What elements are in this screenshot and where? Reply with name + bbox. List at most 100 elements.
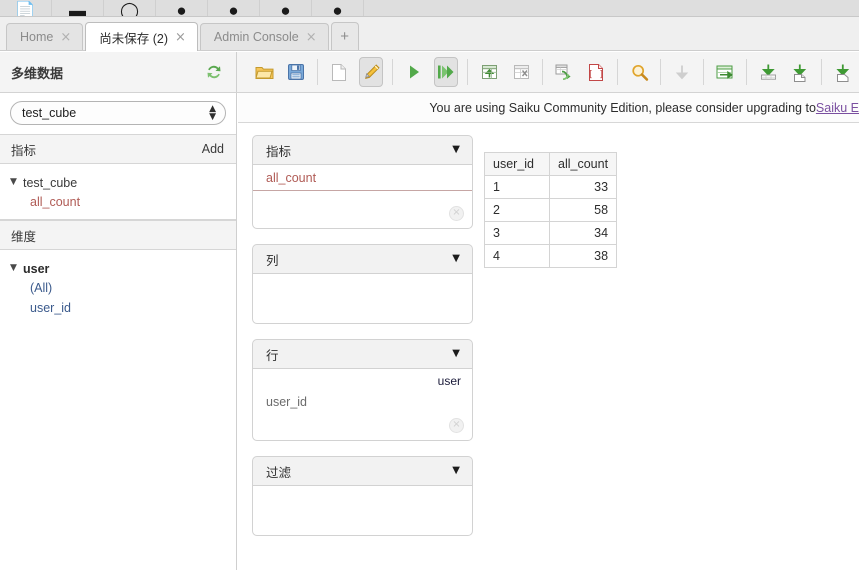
- new-tab-button[interactable]: +: [330, 22, 359, 50]
- chevron-down-icon[interactable]: ▼: [452, 254, 460, 264]
- rows-zone: 行 ▼ user user_id ×: [252, 339, 473, 441]
- edit-query-button[interactable]: [359, 57, 384, 87]
- bookmark-icon[interactable]: 📄: [0, 0, 52, 16]
- column-header-all-count[interactable]: all_count: [548, 152, 618, 176]
- cell-user-id[interactable]: 3: [484, 221, 550, 245]
- table-up-arrow-icon: [480, 63, 499, 81]
- zoom-drillthrough-button[interactable]: [627, 57, 651, 87]
- rows-zone-body[interactable]: user user_id ×: [252, 369, 473, 441]
- export-xls-button[interactable]: [713, 57, 737, 87]
- measures-zone-header[interactable]: 指标 ▼: [252, 135, 473, 165]
- cell-all-count[interactable]: 33: [548, 175, 618, 199]
- filter-zone: 过滤 ▼: [252, 456, 473, 536]
- table-row[interactable]: 1 33: [484, 175, 618, 199]
- cell-user-id[interactable]: 1: [484, 175, 550, 199]
- columns-zone-body[interactable]: [252, 274, 473, 324]
- caret-down-icon[interactable]: ▼: [10, 264, 23, 273]
- circle-icon[interactable]: ◯: [104, 0, 156, 16]
- run-query-button[interactable]: [402, 57, 426, 87]
- export-table-arrow-icon: [715, 63, 735, 81]
- open-query-button[interactable]: [252, 57, 276, 87]
- columns-zone-header[interactable]: 列 ▼: [252, 244, 473, 274]
- dimension-level-user-id[interactable]: user_id: [0, 298, 236, 318]
- measures-zone-body[interactable]: all_count ×: [252, 165, 473, 229]
- toolbar-divider: [703, 59, 705, 85]
- drillthrough-button[interactable]: [670, 57, 694, 87]
- zone-dimension-item[interactable]: user_id: [253, 388, 472, 409]
- refresh-icon[interactable]: [205, 63, 223, 81]
- tab-home[interactable]: Home ×: [6, 23, 84, 50]
- toggle-fields-button[interactable]: [477, 57, 501, 87]
- table-row[interactable]: 3 34: [484, 221, 618, 245]
- toolbar-divider: [392, 59, 394, 85]
- saiku-enterprise-link[interactable]: Saiku E: [816, 101, 859, 115]
- chevron-updown-icon: ▲ ▼: [209, 104, 216, 122]
- license-banner-text: You are using Saiku Community Edition, p…: [429, 100, 816, 115]
- columns-zone: 列 ▼: [252, 244, 473, 324]
- column-header-user-id[interactable]: user_id: [484, 152, 550, 176]
- window-icon[interactable]: ▬: [52, 0, 104, 16]
- filter-zone-body[interactable]: [252, 486, 473, 536]
- cell-user-id[interactable]: 4: [484, 244, 550, 268]
- swap-axes-button[interactable]: [552, 57, 576, 87]
- close-icon[interactable]: ×: [60, 31, 71, 44]
- sidebar-header: 多维数据: [0, 52, 237, 92]
- tab-unsaved[interactable]: 尚未保存 (2) ×: [85, 22, 198, 51]
- filter-zone-header[interactable]: 过滤 ▼: [252, 456, 473, 486]
- clock-icon-2[interactable]: ●: [208, 0, 260, 16]
- tab-label: Admin Console: [213, 30, 299, 44]
- cell-all-count[interactable]: 34: [548, 221, 618, 245]
- table-row[interactable]: 4 38: [484, 244, 618, 268]
- dimension-level-all[interactable]: (All): [0, 278, 236, 298]
- export-pdf-button[interactable]: [788, 57, 812, 87]
- mdx-brackets-icon: [ ]: [588, 63, 604, 82]
- remove-icon[interactable]: ×: [449, 206, 464, 221]
- zone-title: 行: [266, 347, 279, 363]
- download-icon: [834, 63, 853, 82]
- zone-measure-chip[interactable]: all_count: [253, 165, 472, 191]
- remove-icon[interactable]: ×: [449, 418, 464, 433]
- saiku-workspace: 📄 ▬ ◯ ● ● ● ● Home × 尚未保存 (2) × Admin Co…: [0, 0, 859, 570]
- toolbar-divider: [542, 59, 544, 85]
- pivot-table: user_id all_count 1 33 2 58 3 34 4 38: [484, 152, 618, 268]
- table-header-row: user_id all_count: [484, 152, 618, 176]
- dimension-user[interactable]: ▼ user: [0, 259, 236, 278]
- tab-admin-console[interactable]: Admin Console ×: [199, 23, 329, 50]
- chevron-down-icon[interactable]: ▼: [452, 349, 460, 359]
- add-measure-link[interactable]: Add: [202, 142, 224, 156]
- measure-item-all-count[interactable]: all_count: [0, 192, 236, 212]
- caret-down-icon[interactable]: ▼: [10, 178, 23, 187]
- zone-dimension-label: user: [437, 374, 461, 388]
- measures-tree-root[interactable]: ▼ test_cube: [0, 173, 236, 192]
- cube-select[interactable]: test_cube ▲ ▼: [10, 101, 226, 125]
- cell-all-count[interactable]: 58: [548, 198, 618, 222]
- license-banner: You are using Saiku Community Edition, p…: [238, 93, 859, 123]
- down-arrow-icon: [674, 63, 690, 81]
- cell-user-id[interactable]: 2: [484, 198, 550, 222]
- measures-label: 指标: [11, 142, 37, 158]
- chevron-down-icon[interactable]: ▼: [452, 145, 460, 155]
- save-query-button[interactable]: [284, 57, 308, 87]
- tab-label: 尚未保存 (2): [99, 31, 169, 46]
- chevron-down-icon[interactable]: ▼: [452, 466, 460, 476]
- shield-icon[interactable]: ●: [312, 0, 364, 16]
- cell-all-count[interactable]: 38: [548, 244, 618, 268]
- rows-zone-header[interactable]: 行 ▼: [252, 339, 473, 369]
- pin-icon[interactable]: ●: [260, 0, 312, 16]
- clock-icon[interactable]: ●: [156, 0, 208, 16]
- zone-title: 列: [266, 252, 279, 268]
- toolbar-divider: [746, 59, 747, 85]
- export-csv-button[interactable]: [756, 57, 780, 87]
- close-icon[interactable]: ×: [175, 31, 186, 44]
- tab-label: Home: [20, 30, 54, 44]
- non-empty-button[interactable]: [509, 57, 533, 87]
- close-icon[interactable]: ×: [306, 31, 317, 44]
- export-extra-button[interactable]: [831, 57, 855, 87]
- drop-zones: 指标 ▼ all_count × 列 ▼ 行 ▼ user user_id × …: [252, 135, 473, 551]
- table-row[interactable]: 2 58: [484, 198, 618, 222]
- automatic-execution-button[interactable]: [434, 57, 459, 87]
- new-query-button[interactable]: [327, 57, 351, 87]
- mdx-query-button[interactable]: [ ]: [584, 57, 608, 87]
- tree-node-label: all_count: [30, 195, 81, 209]
- toolbar-divider: [317, 59, 319, 85]
